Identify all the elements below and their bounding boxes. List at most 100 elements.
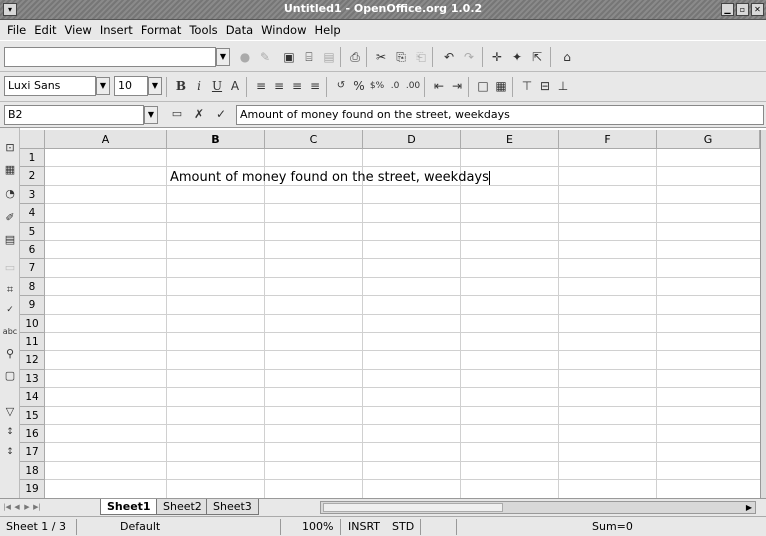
url-input[interactable] bbox=[4, 47, 216, 67]
menu-format[interactable]: Format bbox=[137, 23, 186, 37]
status-zoom[interactable]: 100% bbox=[302, 520, 333, 533]
spellcheck-icon[interactable]: ✓ bbox=[2, 302, 18, 318]
row-header-15[interactable]: 15 bbox=[20, 406, 45, 425]
menu-view[interactable]: View bbox=[61, 23, 96, 37]
align-middle-icon[interactable]: ⊟ bbox=[536, 77, 554, 95]
menu-tools[interactable]: Tools bbox=[185, 23, 221, 37]
increase-indent-icon[interactable]: ⇥ bbox=[448, 77, 466, 95]
maximize-icon[interactable]: ▫ bbox=[736, 3, 749, 16]
align-bottom-icon[interactable]: ⊥ bbox=[554, 77, 572, 95]
text-field-icon[interactable]: ▭ bbox=[2, 260, 18, 276]
cancel-icon[interactable]: ✗ bbox=[190, 105, 208, 123]
row-header-19[interactable]: 19 bbox=[20, 480, 45, 499]
data-sources-icon[interactable]: ▢ bbox=[2, 368, 18, 384]
paste-icon[interactable]: ⎗ bbox=[412, 48, 430, 66]
copy-icon[interactable]: ⎘ bbox=[392, 48, 410, 66]
accept-icon[interactable]: ✓ bbox=[212, 105, 230, 123]
percent-icon[interactable]: % bbox=[350, 77, 368, 95]
formula-input[interactable]: Amount of money found on the street, wee… bbox=[236, 105, 764, 125]
column-header-d[interactable]: D bbox=[363, 130, 461, 149]
standard-format-icon[interactable]: $% bbox=[368, 77, 386, 95]
row-header-10[interactable]: 10 bbox=[20, 314, 45, 333]
stop-icon[interactable]: ● bbox=[236, 48, 254, 66]
menu-edit[interactable]: Edit bbox=[30, 23, 60, 37]
prev-sheet-icon[interactable]: ◀ bbox=[12, 501, 22, 514]
row-header-2[interactable]: 2 bbox=[20, 167, 45, 186]
status-page-style[interactable]: Default bbox=[120, 520, 160, 533]
select-all-corner[interactable] bbox=[20, 130, 45, 149]
align-top-icon[interactable]: ⊤ bbox=[518, 77, 536, 95]
row-header-5[interactable]: 5 bbox=[20, 222, 45, 241]
column-header-c[interactable]: C bbox=[265, 130, 363, 149]
open-icon[interactable]: ⌸ bbox=[300, 48, 318, 66]
menu-window[interactable]: Window bbox=[257, 23, 310, 37]
horizontal-scroll-thumb[interactable] bbox=[323, 503, 503, 512]
justify-icon[interactable]: ≡ bbox=[306, 77, 324, 95]
sort-ascending-icon[interactable]: ↕ bbox=[2, 424, 18, 440]
align-center-icon[interactable]: ≡ bbox=[270, 77, 288, 95]
underline-button[interactable]: U bbox=[208, 77, 226, 95]
column-header-g[interactable]: G bbox=[657, 130, 760, 149]
first-sheet-icon[interactable]: |◀ bbox=[2, 501, 12, 514]
status-insert-mode[interactable]: INSRT bbox=[348, 520, 380, 533]
close-icon[interactable]: ✕ bbox=[751, 3, 764, 16]
gallery-icon[interactable]: ⌂ bbox=[558, 48, 576, 66]
stylist-icon[interactable]: ✦ bbox=[508, 48, 526, 66]
column-header-b[interactable]: B bbox=[167, 130, 265, 149]
font-name-dropdown-icon[interactable]: ▼ bbox=[96, 77, 110, 95]
column-header-e[interactable]: E bbox=[461, 130, 559, 149]
bold-button[interactable]: B bbox=[172, 77, 190, 95]
function-autopilot-icon[interactable]: ▭ bbox=[168, 105, 186, 123]
font-name-field[interactable]: Luxi Sans bbox=[4, 76, 96, 96]
help-pointer-icon[interactable]: ⇱ bbox=[528, 48, 546, 66]
align-left-icon[interactable]: ≡ bbox=[252, 77, 270, 95]
vertical-scrollbar[interactable] bbox=[760, 130, 766, 498]
tab-sheet1[interactable]: Sheet1 bbox=[100, 499, 158, 515]
row-header-11[interactable]: 11 bbox=[20, 333, 45, 352]
print-icon[interactable]: ⎙ bbox=[346, 48, 364, 66]
status-selection-mode[interactable]: STD bbox=[392, 520, 414, 533]
horizontal-scrollbar[interactable]: ▶ bbox=[320, 501, 756, 514]
edit-file-icon[interactable]: ✎ bbox=[256, 48, 274, 66]
row-header-12[interactable]: 12 bbox=[20, 351, 45, 370]
italic-button[interactable]: i bbox=[190, 77, 208, 95]
font-color-icon[interactable]: A bbox=[226, 77, 244, 95]
background-color-icon[interactable]: ▦ bbox=[492, 77, 510, 95]
scroll-right-icon[interactable]: ▶ bbox=[743, 502, 755, 513]
menu-file[interactable]: File bbox=[3, 23, 30, 37]
minimize-icon[interactable]: ▁ bbox=[721, 3, 734, 16]
save-icon[interactable]: ▤ bbox=[320, 48, 338, 66]
name-box[interactable]: B2 bbox=[4, 105, 144, 125]
row-header-4[interactable]: 4 bbox=[20, 204, 45, 223]
menu-data[interactable]: Data bbox=[222, 23, 257, 37]
row-header-18[interactable]: 18 bbox=[20, 461, 45, 481]
form-icon[interactable]: ▤ bbox=[2, 232, 18, 248]
row-header-14[interactable]: 14 bbox=[20, 388, 45, 407]
row-header-3[interactable]: 3 bbox=[20, 185, 45, 205]
row-header-8[interactable]: 8 bbox=[20, 277, 45, 297]
url-dropdown-icon[interactable]: ▼ bbox=[216, 48, 230, 66]
delete-decimal-icon[interactable]: .00 bbox=[404, 77, 422, 95]
row-header-6[interactable]: 6 bbox=[20, 241, 45, 260]
row-header-13[interactable]: 13 bbox=[20, 369, 45, 389]
row-header-17[interactable]: 17 bbox=[20, 443, 45, 462]
cut-icon[interactable]: ✂ bbox=[372, 48, 390, 66]
row-header-7[interactable]: 7 bbox=[20, 259, 45, 278]
borders-icon[interactable]: □ bbox=[474, 77, 492, 95]
column-header-f[interactable]: F bbox=[559, 130, 657, 149]
column-header-a[interactable]: A bbox=[45, 130, 167, 149]
filter-icon[interactable]: ▽ bbox=[2, 404, 18, 420]
menu-help[interactable]: Help bbox=[311, 23, 345, 37]
row-header-16[interactable]: 16 bbox=[20, 425, 45, 444]
row-header-9[interactable]: 9 bbox=[20, 296, 45, 315]
insert-object-icon[interactable]: ◔ bbox=[2, 186, 18, 202]
find-icon[interactable]: ⚲ bbox=[2, 346, 18, 362]
navigator-icon[interactable]: ✛ bbox=[488, 48, 506, 66]
sort-descending-icon[interactable]: ↕ bbox=[2, 444, 18, 460]
align-right-icon[interactable]: ≡ bbox=[288, 77, 306, 95]
font-size-dropdown-icon[interactable]: ▼ bbox=[148, 77, 162, 95]
auto-spellcheck-icon[interactable]: abc bbox=[2, 324, 18, 340]
redo-icon[interactable]: ↷ bbox=[460, 48, 478, 66]
next-sheet-icon[interactable]: ▶ bbox=[22, 501, 32, 514]
tab-sheet3[interactable]: Sheet3 bbox=[206, 499, 259, 515]
